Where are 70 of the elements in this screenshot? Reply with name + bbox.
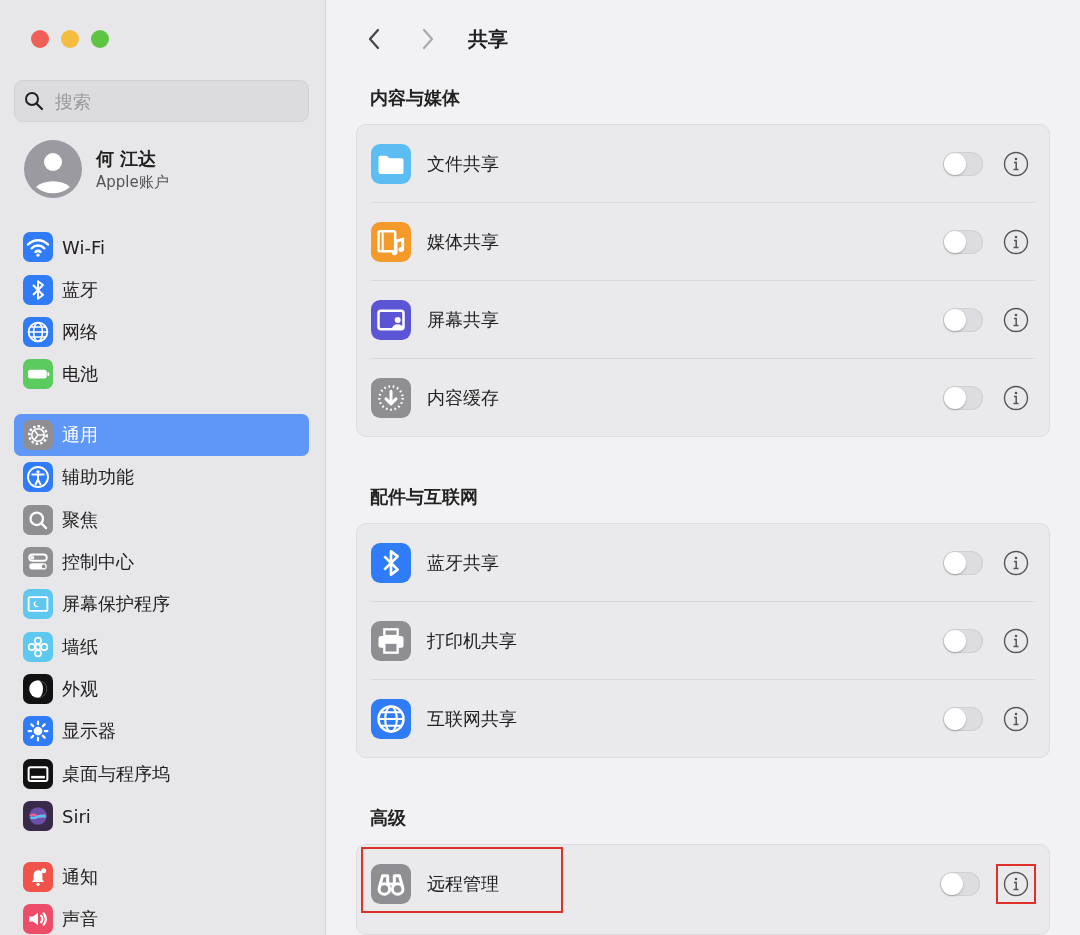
sidebar-item[interactable]: 显示器 (14, 710, 309, 753)
battery-icon (23, 359, 53, 390)
sidebar-item[interactable]: 聚焦 (14, 498, 309, 541)
sidebar-item[interactable]: Wi-Fi (14, 226, 309, 269)
folder-icon (371, 143, 411, 184)
download-icon (371, 377, 411, 418)
search-field[interactable]: 搜索 (14, 80, 309, 122)
window-icon (23, 758, 53, 789)
sidebar-item[interactable]: 辅助功能 (14, 455, 309, 499)
sidebar-item[interactable]: 蓝牙 (14, 268, 309, 311)
row-label: 互联网共享 (427, 706, 518, 731)
section-title: 内容与媒体 (369, 86, 461, 110)
sidebar-item[interactable]: 外观 (14, 667, 309, 711)
gear-icon (23, 419, 53, 450)
avatar-icon[interactable] (24, 140, 82, 198)
sidebar-item[interactable]: 声音 (14, 897, 309, 935)
sidebar-item[interactable]: 网络 (14, 310, 309, 354)
person-icon (23, 462, 53, 493)
screen-person-icon (371, 299, 411, 340)
page-title: 共享 (468, 25, 508, 53)
toggles-icon (23, 546, 53, 577)
film-music-icon (371, 221, 411, 262)
toggle-switch[interactable] (943, 151, 983, 176)
bell-icon (23, 861, 53, 892)
magnifier-icon (23, 504, 53, 535)
toggle-switch[interactable] (943, 550, 983, 575)
sidebar-item[interactable]: 墙纸 (14, 625, 309, 668)
section-title: 配件与互联网 (369, 485, 479, 509)
section-title: 高级 (369, 806, 407, 830)
close-button[interactable] (31, 30, 49, 48)
row-label: 内容缓存 (427, 385, 500, 410)
row-label: 文件共享 (427, 151, 500, 176)
account-subtitle: Apple账户 (96, 172, 169, 192)
sidebar-item[interactable]: 屏幕保护程序 (14, 583, 309, 626)
globe-icon (371, 698, 411, 739)
row-label: 媒体共享 (427, 229, 500, 254)
orb-icon (23, 801, 53, 832)
sidebar-item[interactable]: Siri (14, 795, 309, 838)
sidebar-item[interactable]: 电池 (14, 353, 309, 396)
toggle-switch[interactable] (943, 706, 983, 731)
sidebar-item[interactable]: 控制中心 (14, 540, 309, 584)
toggle-switch[interactable] (940, 871, 980, 896)
info-button[interactable] (996, 863, 1036, 904)
speaker-icon (23, 904, 53, 935)
account-name: 何 江达 (96, 146, 158, 171)
moon-screen-icon (23, 589, 53, 620)
zoom-button[interactable] (91, 30, 109, 48)
search-icon (24, 91, 44, 111)
chevron-left-icon (367, 27, 381, 51)
circle-half-icon (23, 674, 53, 705)
wifi-icon (23, 232, 53, 263)
sun-icon (23, 716, 53, 747)
toggle-switch[interactable] (943, 385, 983, 410)
bluetooth-icon (371, 542, 411, 583)
bluetooth-icon (23, 274, 53, 305)
row-label: 蓝牙共享 (427, 550, 500, 575)
flower-icon (23, 631, 53, 662)
row-label: 屏幕共享 (427, 307, 500, 332)
chevron-right-icon (421, 27, 435, 51)
globe-icon (23, 316, 53, 347)
binoculars-icon (371, 863, 411, 904)
row-label: 远程管理 (427, 871, 500, 896)
toggle-switch[interactable] (943, 307, 983, 332)
sidebar-item[interactable]: 通知 (14, 855, 309, 898)
minimize-button[interactable] (61, 30, 79, 48)
row-label: 打印机共享 (427, 628, 518, 653)
toggle-switch[interactable] (943, 628, 983, 653)
toggle-switch[interactable] (943, 229, 983, 254)
printer-icon (371, 620, 411, 661)
sidebar-item[interactable]: 桌面与程序坞 (14, 752, 309, 796)
